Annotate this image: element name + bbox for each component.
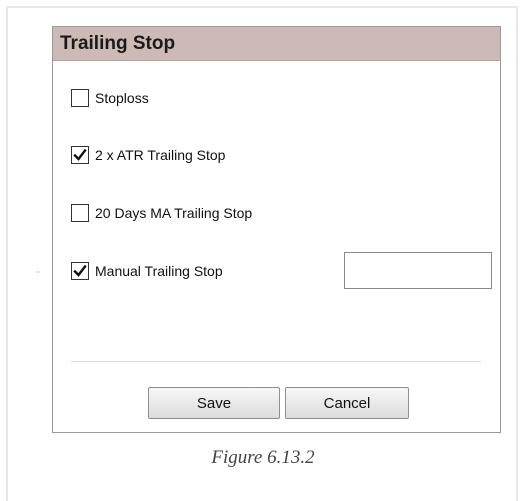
ma-trailing-stop-checkbox[interactable] [71, 204, 89, 222]
cancel-button[interactable]: Cancel [285, 387, 409, 419]
dialog-header: Trailing Stop [53, 27, 500, 61]
stoploss-option[interactable]: Stoploss [71, 88, 149, 108]
dialog-title: Trailing Stop [60, 33, 176, 54]
manual-trailing-stop-checkbox[interactable] [71, 262, 89, 280]
scan-artifact [36, 271, 40, 273]
manual-trailing-stop-input[interactable] [344, 252, 492, 289]
trailing-stop-dialog: Trailing Stop Stoploss 2 x ATR Trailing … [52, 26, 501, 433]
checkmark-icon [73, 264, 87, 277]
ma-trailing-stop-label: 20 Days MA Trailing Stop [95, 205, 253, 221]
divider [71, 361, 481, 362]
stoploss-checkbox[interactable] [71, 89, 89, 107]
figure-caption: Figure 6.13.2 [211, 447, 315, 468]
manual-trailing-stop-option[interactable]: Manual Trailing Stop [71, 261, 223, 281]
ma-trailing-stop-option[interactable]: 20 Days MA Trailing Stop [71, 203, 252, 223]
save-button[interactable]: Save [148, 387, 280, 419]
checkmark-icon [73, 148, 87, 161]
stoploss-label: Stoploss [95, 90, 149, 106]
atr-trailing-stop-option[interactable]: 2 x ATR Trailing Stop [71, 145, 225, 165]
atr-trailing-stop-checkbox[interactable] [71, 146, 89, 164]
manual-trailing-stop-label: Manual Trailing Stop [95, 263, 223, 279]
atr-trailing-stop-label: 2 x ATR Trailing Stop [95, 147, 226, 163]
